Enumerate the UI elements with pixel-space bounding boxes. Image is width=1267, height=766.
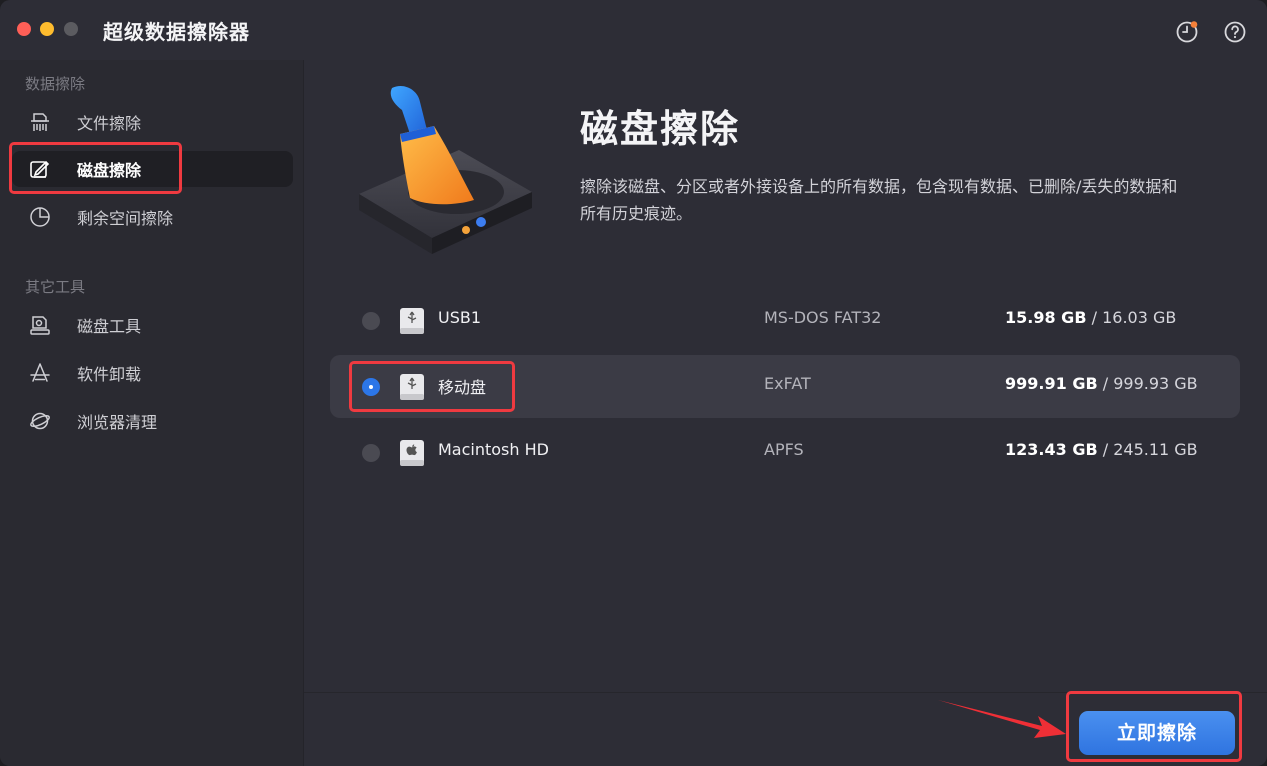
drive-row-usb1[interactable]: USB1 MS-DOS FAT32 15.98 GB / 16.03 GB: [330, 289, 1240, 352]
apple-drive-icon: [399, 439, 425, 467]
section-label-other-tools: 其它工具: [25, 278, 86, 296]
sidebar-item-disk-tool[interactable]: 磁盘工具: [12, 307, 293, 343]
drive-capacity: 999.91 GB / 999.93 GB: [1005, 374, 1198, 393]
drive-filesystem: MS-DOS FAT32: [764, 308, 882, 327]
footer-divider: [304, 692, 1267, 693]
disk-eraser-illustration: [354, 82, 539, 262]
drive-name: 移动盘: [438, 378, 487, 397]
drive-radio[interactable]: [362, 312, 380, 330]
drive-filesystem: ExFAT: [764, 374, 811, 393]
erase-now-button[interactable]: 立即擦除: [1079, 711, 1235, 755]
sidebar-item-browser-clean[interactable]: 浏览器清理: [12, 403, 293, 439]
close-window-button[interactable]: [17, 22, 31, 36]
minimize-window-button[interactable]: [40, 22, 54, 36]
drive-capacity: 123.43 GB / 245.11 GB: [1005, 440, 1198, 459]
history-icon[interactable]: [1175, 20, 1199, 44]
drive-total-space: / 999.93 GB: [1097, 374, 1198, 393]
page-title: 磁盘擦除: [580, 107, 741, 151]
sidebar-item-label: 文件擦除: [77, 114, 142, 133]
sidebar: 数据擦除 文件擦除 磁盘擦除 剩余空间擦除 其它工具 磁盘工具 软件卸载 浏览器…: [0, 60, 304, 766]
drive-total-space: / 16.03 GB: [1086, 308, 1177, 327]
drive-filesystem: APFS: [764, 440, 804, 459]
sidebar-item-label: 软件卸载: [77, 365, 142, 384]
drive-radio[interactable]: [362, 378, 380, 396]
zoom-window-button[interactable]: [64, 22, 78, 36]
app-title: 超级数据擦除器: [103, 20, 250, 44]
usb-drive-icon: [399, 307, 425, 335]
sidebar-item-label: 磁盘工具: [77, 317, 142, 336]
pie-chart-icon: [29, 206, 51, 228]
sidebar-item-free-space-erase[interactable]: 剩余空间擦除: [12, 199, 293, 235]
help-icon[interactable]: [1223, 20, 1247, 44]
drive-total-space: / 245.11 GB: [1097, 440, 1198, 459]
drive-name: USB1: [438, 308, 482, 327]
disk-erase-icon: [29, 158, 51, 180]
sidebar-item-file-erase[interactable]: 文件擦除: [12, 104, 293, 140]
drive-radio[interactable]: [362, 444, 380, 462]
section-label-data-erase: 数据擦除: [25, 75, 86, 93]
sidebar-item-label: 磁盘擦除: [77, 161, 142, 180]
sidebar-item-uninstall[interactable]: 软件卸载: [12, 355, 293, 391]
drive-row-macintosh-hd[interactable]: Macintosh HD APFS 123.43 GB / 245.11 GB: [330, 421, 1240, 484]
disk-tool-icon: [29, 314, 51, 336]
usb-drive-icon: [399, 373, 425, 401]
shredder-icon: [29, 111, 51, 133]
title-bar: 超级数据擦除器: [0, 0, 1267, 60]
drive-capacity: 15.98 GB / 16.03 GB: [1005, 308, 1176, 327]
drive-row-mobile-disk[interactable]: 移动盘 ExFAT 999.91 GB / 999.93 GB: [330, 355, 1240, 418]
main-panel: 磁盘擦除 擦除该磁盘、分区或者外接设备上的所有数据，包含现有数据、已删除/丢失的…: [304, 60, 1267, 766]
drive-free-space: 15.98 GB: [1005, 308, 1087, 327]
sidebar-item-label: 剩余空间擦除: [77, 209, 174, 228]
drive-free-space: 123.43 GB: [1005, 440, 1098, 459]
red-arrow-annotation: [938, 700, 1066, 738]
drive-name: Macintosh HD: [438, 440, 549, 459]
drive-free-space: 999.91 GB: [1005, 374, 1098, 393]
sidebar-item-label: 浏览器清理: [77, 413, 158, 432]
browser-icon: [29, 410, 51, 432]
app-window: 超级数据擦除器 数据擦除 文件擦除 磁盘擦除 剩余空间擦除 其它工具 磁盘工具 …: [0, 0, 1267, 766]
uninstall-icon: [29, 362, 51, 384]
page-description: 擦除该磁盘、分区或者外接设备上的所有数据，包含现有数据、已删除/丢失的数据和所有…: [580, 177, 1178, 223]
sidebar-item-disk-erase[interactable]: 磁盘擦除: [12, 151, 293, 187]
